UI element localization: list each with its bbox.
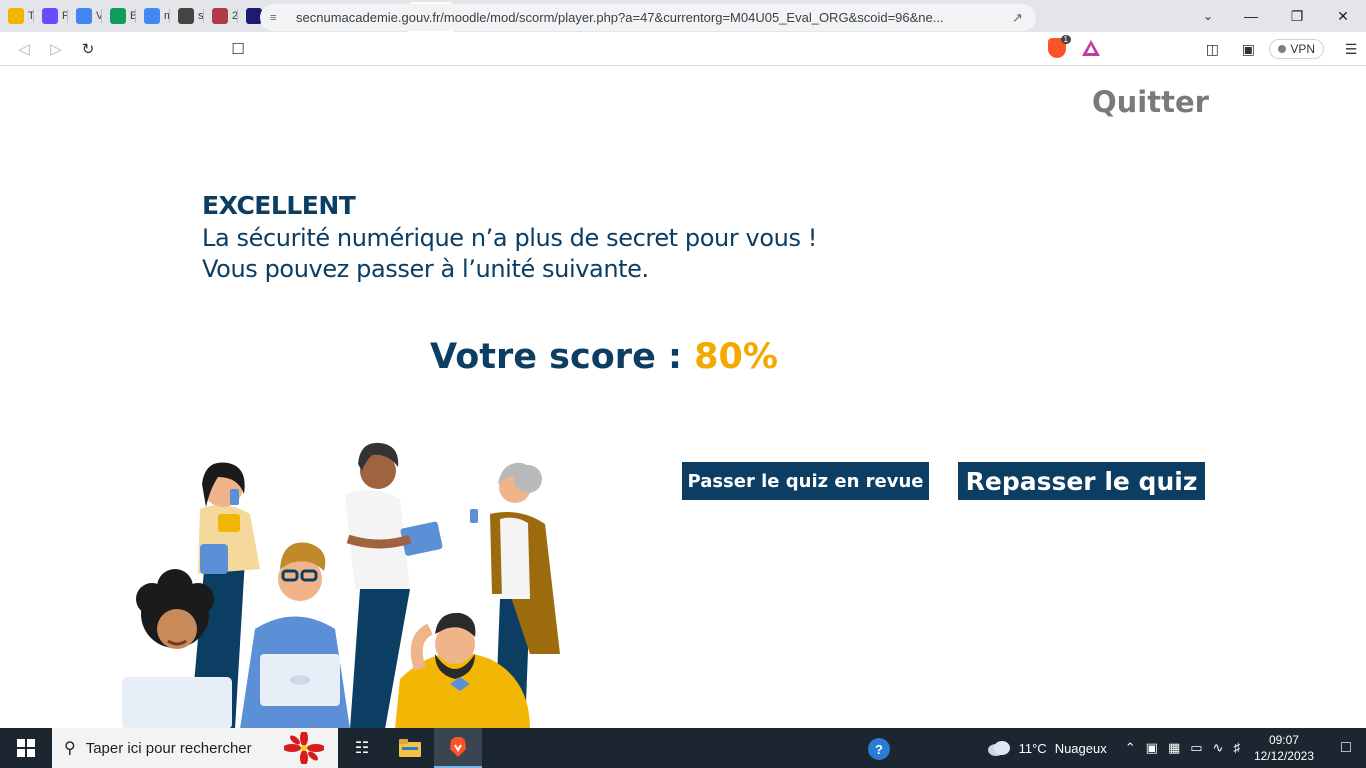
url-text[interactable]: secnumacademie.gouv.fr/moodle/mod/scorm/…: [296, 10, 1012, 25]
people-illustration: [122, 442, 560, 728]
cloud-icon: [987, 741, 1010, 756]
anssi-icon: [212, 8, 228, 24]
share-icon[interactable]: ↗: [1012, 10, 1036, 26]
camera-icon[interactable]: ▣: [1146, 740, 1158, 756]
windows-taskbar: ⚲ Taper ici pour rechercher ☷ ? 11°C Nua…: [0, 728, 1366, 768]
result-message-line-1: La sécurité numérique n’a plus de secret…: [202, 224, 818, 252]
vpn-button[interactable]: VPN: [1269, 39, 1324, 59]
battery-icon[interactable]: ▭: [1190, 740, 1202, 756]
weather-widget[interactable]: 11°C Nuageux: [987, 740, 1107, 756]
review-quiz-button[interactable]: Passer le quiz en revue: [682, 462, 929, 500]
minimize-button[interactable]: —: [1228, 0, 1274, 32]
shield-count-badge: 1: [1060, 35, 1071, 44]
google-docs-icon: [144, 8, 160, 24]
toolbar-right: ◫ ▣ VPN ☰: [1197, 32, 1366, 66]
windows-logo-icon: [17, 739, 35, 757]
help-icon[interactable]: ?: [868, 738, 890, 760]
site-info-icon[interactable]: ≡: [270, 12, 286, 24]
task-view-icon[interactable]: ☷: [338, 728, 386, 768]
clock[interactable]: 09:07 12/12/2023: [1254, 732, 1314, 764]
score-value: 80%: [694, 337, 778, 377]
result-title: EXCELLENT: [202, 191, 356, 220]
browser-toolbar: ◁ ▷ ↻ ☐: [0, 32, 1366, 66]
sidebar-toggle-icon[interactable]: ◫: [1197, 41, 1227, 58]
browser-tab[interactable]: se: [170, 0, 204, 32]
wifi-icon[interactable]: ∿: [1213, 740, 1224, 756]
quit-button[interactable]: Quitter: [1092, 85, 1209, 119]
weather-temperature: 11°C: [1018, 740, 1047, 756]
volume-icon[interactable]: ♯: [1233, 740, 1240, 756]
search-icon: ⚲: [64, 740, 76, 757]
result-message-line-2: Vous pouvez passer à l’unité suivante.: [202, 255, 649, 283]
google-sheets-icon: [110, 8, 126, 24]
poinsettia-icon: [284, 732, 324, 764]
brave-rewards-icon[interactable]: [1082, 40, 1100, 56]
scorm-result-page: Quitter EXCELLENT La sécurité numérique …: [0, 67, 1366, 728]
brave-browser-icon[interactable]: [434, 728, 482, 768]
forward-button[interactable]: ▷: [40, 34, 72, 64]
clock-time: 09:07: [1268, 733, 1299, 747]
browser-tab[interactable]: BT: [102, 0, 136, 32]
bookmark-icon[interactable]: ☐: [222, 34, 254, 64]
vpn-status-dot: [1278, 45, 1287, 53]
file-explorer-icon[interactable]: [386, 728, 434, 768]
address-bar[interactable]: ≡ secnumacademie.gouv.fr/moodle/mod/scor…: [260, 4, 1036, 31]
system-tray: 11°C Nuageux ⌃ ▣ ▦ ▭ ∿ ♯ 09:07 12/12/202…: [987, 728, 1366, 768]
clock-date: 12/12/2023: [1253, 749, 1314, 763]
tab-search-chevron-icon[interactable]: ⌄: [1196, 0, 1220, 32]
close-window-button[interactable]: ✕: [1320, 0, 1366, 32]
browser-tab[interactable]: 20: [204, 0, 238, 32]
menu-icon[interactable]: ☰: [1336, 41, 1366, 58]
reload-button[interactable]: ↻: [72, 34, 104, 64]
graduation-cap-icon: [178, 8, 194, 24]
vpn-label: VPN: [1290, 42, 1315, 56]
wallet-icon[interactable]: ▣: [1233, 41, 1263, 58]
search-placeholder: Taper ici pour rechercher: [85, 739, 252, 757]
man-laptop-figure: [240, 542, 350, 728]
browser-tab[interactable]: m: [136, 0, 170, 32]
window-controls: — ❐ ✕: [1228, 0, 1366, 32]
chevron-up-icon[interactable]: ⌃: [1125, 740, 1136, 756]
google-drive-icon: [8, 8, 24, 24]
weather-condition: Nuageux: [1054, 740, 1107, 756]
brave-shield-icon[interactable]: 1: [1048, 35, 1071, 58]
taskbar-search-box[interactable]: ⚲ Taper ici pour rechercher: [52, 728, 338, 768]
score-label: Votre score :: [430, 337, 695, 377]
notification-icon[interactable]: □: [1326, 739, 1366, 757]
browser-tab[interactable]: VI: [68, 0, 102, 32]
google-docs-icon: [76, 8, 92, 24]
score-display: Votre score : 80%: [0, 337, 1208, 377]
display-icon[interactable]: ▦: [1168, 740, 1180, 756]
tray-icons: ⌃ ▣ ▦ ▭ ∿ ♯: [1125, 740, 1240, 756]
browser-tab[interactable]: TD: [0, 0, 34, 32]
browser-tab[interactable]: Pr: [34, 0, 68, 32]
proton-icon: [42, 8, 58, 24]
restore-button[interactable]: ❐: [1274, 0, 1320, 32]
back-button[interactable]: ◁: [8, 34, 40, 64]
start-button[interactable]: [0, 728, 52, 768]
retry-quiz-button[interactable]: Repasser le quiz: [958, 462, 1205, 500]
